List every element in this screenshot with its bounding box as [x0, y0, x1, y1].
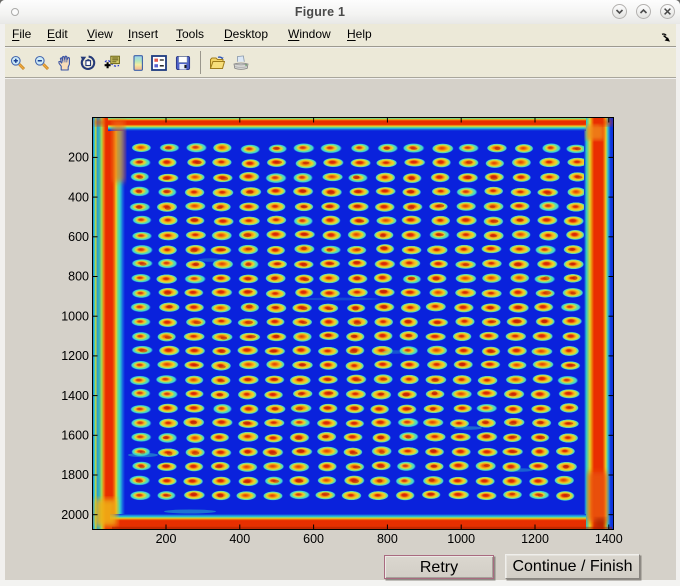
svg-text:1800: 1800: [61, 468, 89, 482]
svg-text:1400: 1400: [595, 532, 623, 546]
svg-text:400: 400: [229, 532, 250, 546]
svg-text:600: 600: [303, 532, 324, 546]
svg-text:1200: 1200: [521, 532, 549, 546]
svg-text:800: 800: [68, 270, 89, 284]
svg-text:200: 200: [68, 151, 89, 165]
svg-text:600: 600: [68, 230, 89, 244]
svg-text:200: 200: [156, 532, 177, 546]
svg-text:1600: 1600: [61, 429, 89, 443]
svg-text:400: 400: [68, 190, 89, 204]
svg-text:800: 800: [377, 532, 398, 546]
svg-text:1200: 1200: [61, 349, 89, 363]
svg-text:1000: 1000: [447, 532, 475, 546]
svg-text:2000: 2000: [61, 508, 89, 522]
svg-text:1400: 1400: [61, 389, 89, 403]
svg-text:1000: 1000: [61, 309, 89, 323]
